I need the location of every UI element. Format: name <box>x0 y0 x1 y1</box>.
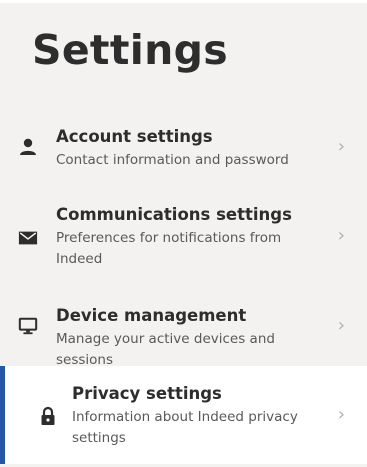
chevron-right-icon: › <box>337 315 345 336</box>
nav-item-label: Account settings <box>56 127 213 146</box>
monitor-icon <box>18 316 38 336</box>
person-icon <box>18 137 38 157</box>
lock-icon <box>38 406 58 426</box>
nav-item-communications-settings[interactable]: Communications settings Preferences for … <box>0 198 367 276</box>
nav-item-label: Communications settings <box>56 205 292 224</box>
chevron-right-icon: › <box>337 404 345 425</box>
nav-item-description: Manage your active devices and sessions <box>56 331 275 368</box>
nav-item-description: Preferences for notifications from Indee… <box>56 230 282 267</box>
chevron-right-icon: › <box>337 136 345 157</box>
nav-item-description: Contact information and password <box>56 152 289 168</box>
nav-item-description: Information about Indeed privacy setting… <box>72 409 298 446</box>
nav-item-label: Privacy settings <box>72 384 222 403</box>
top-edge <box>0 0 367 3</box>
nav-item-device-management[interactable]: Device management Manage your active dev… <box>0 296 367 368</box>
mail-icon <box>18 228 38 248</box>
nav-item-account-settings[interactable]: Account settings Contact information and… <box>0 118 367 180</box>
page-title: Settings <box>32 26 228 74</box>
chevron-right-icon: › <box>337 225 345 246</box>
nav-item-privacy-settings[interactable]: Privacy settings Information about Indee… <box>0 366 367 464</box>
nav-item-label: Device management <box>56 306 247 325</box>
